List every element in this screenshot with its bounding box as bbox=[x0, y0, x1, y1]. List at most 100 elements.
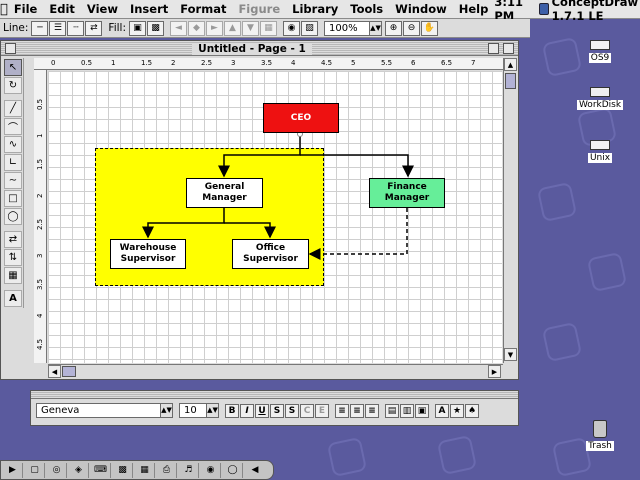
rotate-tool[interactable]: ↻ bbox=[4, 77, 22, 94]
speech-icon[interactable]: ◉ bbox=[201, 462, 221, 478]
align-left-button[interactable]: ◄ bbox=[170, 20, 187, 36]
org-node-general-manager[interactable]: General Manager bbox=[186, 178, 263, 208]
scroll-right-arrow-icon[interactable]: ▶ bbox=[488, 365, 501, 378]
org-node-office-supervisor[interactable]: Office Supervisor bbox=[232, 239, 309, 269]
vertical-scroll-thumb[interactable] bbox=[505, 73, 516, 89]
window-titlebar[interactable]: Untitled - Page - 1 bbox=[1, 41, 518, 56]
menu-help[interactable]: Help bbox=[453, 2, 495, 16]
fill-color-button[interactable]: ▩ bbox=[147, 20, 164, 36]
text-valign-bottom-button[interactable]: ▣ bbox=[415, 403, 429, 418]
table-tool[interactable]: ▦ bbox=[4, 267, 22, 284]
sound-volume-icon[interactable]: ♬ bbox=[179, 462, 199, 478]
menu-library[interactable]: Library bbox=[286, 2, 344, 16]
connector-general-office[interactable] bbox=[224, 222, 276, 239]
outline-button[interactable]: S bbox=[270, 403, 284, 418]
cdrom-icon[interactable]: ◎ bbox=[47, 462, 67, 478]
text-align-right-button[interactable]: ≡ bbox=[365, 403, 379, 418]
text-color-button[interactable]: A bbox=[435, 403, 449, 418]
menu-edit[interactable]: Edit bbox=[43, 2, 81, 16]
line-dash-button[interactable]: ┄ bbox=[67, 20, 85, 36]
condense-button[interactable]: C bbox=[300, 403, 314, 418]
polyline-tool[interactable]: ∟ bbox=[4, 154, 22, 171]
align-top-button[interactable]: ▲ bbox=[224, 20, 241, 36]
menu-view[interactable]: View bbox=[81, 2, 124, 16]
zoom-select[interactable]: 100% ▲▼ bbox=[324, 20, 382, 36]
italic-button[interactable]: I bbox=[240, 403, 254, 418]
font-select[interactable]: Geneva ▲▼ bbox=[36, 403, 173, 418]
close-box-icon[interactable] bbox=[5, 42, 16, 54]
shadow-text-button[interactable]: S bbox=[285, 403, 299, 418]
curve-tool[interactable]: ∿ bbox=[4, 136, 22, 153]
palette-titlebar[interactable] bbox=[31, 391, 518, 399]
apple-menu-icon[interactable]:  bbox=[0, 2, 8, 17]
hand-tool-button[interactable]: ✋ bbox=[421, 20, 438, 36]
align-right-button[interactable]: ► bbox=[206, 20, 223, 36]
line-style-button[interactable]: ─ bbox=[31, 20, 49, 36]
keyboard-icon[interactable]: ⌨ bbox=[91, 462, 111, 478]
text-effects-button[interactable]: ♠ bbox=[465, 403, 479, 418]
vertical-scrollbar[interactable]: ▲ ▼ bbox=[503, 58, 518, 363]
file-sharing-icon[interactable]: ◈ bbox=[69, 462, 89, 478]
scroll-left-arrow-icon[interactable]: ◀ bbox=[48, 365, 61, 378]
appletalk-icon[interactable]: ▢ bbox=[25, 462, 45, 478]
desktop-icon-workdisk[interactable]: WorkDisk bbox=[570, 87, 630, 110]
menu-figure[interactable]: Figure bbox=[232, 2, 286, 16]
bold-button[interactable]: B bbox=[225, 403, 239, 418]
menu-window[interactable]: Window bbox=[389, 2, 453, 16]
connector-tool[interactable]: ⇄ bbox=[4, 231, 22, 248]
connector-ceo-general[interactable] bbox=[218, 133, 301, 178]
zoom-box-icon[interactable] bbox=[488, 42, 499, 54]
application-menu[interactable]: ConceptDraw 1.7.1 LE bbox=[535, 0, 640, 23]
monitor-resolution-icon[interactable]: ▦ bbox=[135, 462, 155, 478]
text-align-left-button[interactable]: ≡ bbox=[335, 403, 349, 418]
desktop-icon-os9[interactable]: OS9 bbox=[570, 40, 630, 63]
zoom-in-button[interactable]: ⊕ bbox=[385, 20, 402, 36]
layer-button[interactable]: ▨ bbox=[301, 20, 318, 36]
line-weight-button[interactable]: ☰ bbox=[49, 20, 67, 36]
text-valign-top-button[interactable]: ▤ bbox=[385, 403, 399, 418]
menu-file[interactable]: File bbox=[8, 2, 44, 16]
line-tool[interactable]: ╱ bbox=[4, 100, 22, 117]
monitor-bit-depth-icon[interactable]: ▩ bbox=[113, 462, 133, 478]
scroll-down-arrow-icon[interactable]: ▼ bbox=[504, 348, 517, 361]
menu-format[interactable]: Format bbox=[174, 2, 232, 16]
drawing-canvas[interactable]: CEO General Manager Finance Manager Ware… bbox=[48, 71, 502, 363]
org-node-ceo[interactable]: CEO bbox=[263, 103, 339, 133]
desktop-icon-unix[interactable]: Unix bbox=[570, 140, 630, 163]
group-button[interactable]: ▦ bbox=[260, 20, 277, 36]
align-bottom-button[interactable]: ▼ bbox=[242, 20, 259, 36]
arrow-select-tool[interactable]: ↖ bbox=[4, 59, 22, 76]
extend-button[interactable]: E bbox=[315, 403, 329, 418]
horizontal-scroll-thumb[interactable] bbox=[62, 366, 76, 377]
rectangle-tool[interactable]: □ bbox=[4, 190, 22, 207]
connector-ceo-finance[interactable] bbox=[300, 154, 414, 178]
scroll-up-arrow-icon[interactable]: ▲ bbox=[504, 58, 517, 71]
arc-tool[interactable]: ⌒ bbox=[4, 118, 22, 135]
collapse-box-icon[interactable] bbox=[503, 42, 514, 54]
text-style-button[interactable]: ★ bbox=[450, 403, 464, 418]
font-size-select[interactable]: 10 ▲▼ bbox=[179, 403, 219, 418]
line-arrow-button[interactable]: ⇄ bbox=[85, 20, 103, 36]
ellipse-tool[interactable]: ◯ bbox=[4, 208, 22, 225]
strip-tab-icon[interactable]: ◀ bbox=[245, 463, 265, 478]
connector-finance-office[interactable] bbox=[308, 208, 408, 260]
text-tool[interactable]: A bbox=[4, 290, 22, 307]
shadow-button[interactable]: ◉ bbox=[283, 20, 300, 36]
horizontal-scrollbar[interactable]: ◀ ▶ bbox=[48, 364, 503, 379]
text-valign-middle-button[interactable]: ▥ bbox=[400, 403, 414, 418]
align-center-button[interactable]: ◆ bbox=[188, 20, 205, 36]
text-align-center-button[interactable]: ≡ bbox=[350, 403, 364, 418]
menu-tools[interactable]: Tools bbox=[344, 2, 389, 16]
desktop-icon-trash[interactable]: Trash bbox=[570, 420, 630, 451]
zoom-out-button[interactable]: ⊖ bbox=[403, 20, 420, 36]
connector-general-warehouse[interactable] bbox=[142, 208, 225, 239]
freehand-tool[interactable]: ∼ bbox=[4, 172, 22, 189]
printer-icon[interactable]: ⎙ bbox=[157, 462, 177, 478]
org-node-finance-manager[interactable]: Finance Manager bbox=[369, 178, 445, 208]
fill-pattern-button[interactable]: ▣ bbox=[129, 20, 146, 36]
menu-insert[interactable]: Insert bbox=[124, 2, 174, 16]
strip-toggle-icon[interactable]: ▶ bbox=[3, 462, 23, 478]
chain-tool[interactable]: ⇅ bbox=[4, 249, 22, 266]
web-sharing-icon[interactable]: ◯ bbox=[223, 462, 243, 478]
underline-button[interactable]: U bbox=[255, 403, 269, 418]
